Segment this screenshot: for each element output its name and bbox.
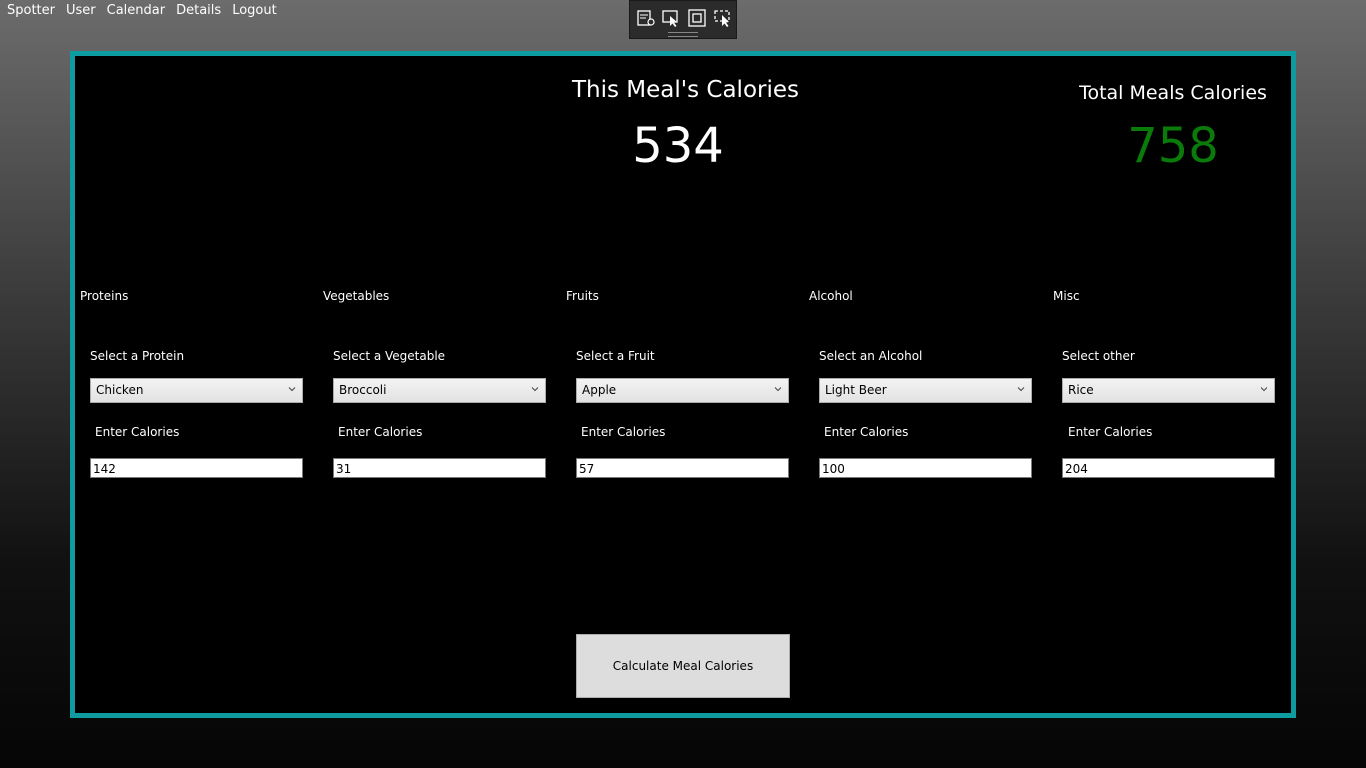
category-label-alcohol: Alcohol — [809, 289, 853, 303]
total-calories-value: 758 — [1127, 118, 1219, 174]
select-alcohol-label: Select an Alcohol — [819, 349, 923, 363]
alcohol-calories-label: Enter Calories — [824, 425, 909, 439]
fruit-calories-label: Enter Calories — [581, 425, 666, 439]
chevron-down-icon — [531, 387, 539, 392]
select-element-icon[interactable] — [661, 8, 681, 28]
protein-combobox[interactable]: Chicken — [90, 378, 303, 403]
category-label-proteins: Proteins — [80, 289, 129, 303]
total-calories-title: Total Meals Calories — [1079, 82, 1267, 104]
protein-selected: Chicken — [96, 383, 144, 397]
category-label-vegetables: Vegetables — [323, 289, 390, 303]
category-label-misc: Misc — [1053, 289, 1080, 303]
vegetable-selected: Broccoli — [339, 383, 387, 397]
calculate-meal-calories-button[interactable]: Calculate Meal Calories — [576, 634, 790, 698]
misc-selected: Rice — [1068, 383, 1094, 397]
select-vegetable-label: Select a Vegetable — [333, 349, 446, 363]
protein-calories-input[interactable] — [90, 458, 303, 478]
menu-bar: Spotter User Calendar Details Logout — [0, 0, 283, 22]
misc-combobox[interactable]: Rice — [1062, 378, 1275, 403]
select-fruit-label: Select a Fruit — [576, 349, 655, 363]
chevron-down-icon — [774, 387, 782, 392]
misc-calories-label: Enter Calories — [1068, 425, 1153, 439]
meal-calories-value: 534 — [632, 118, 724, 174]
protein-calories-label: Enter Calories — [95, 425, 180, 439]
fruit-calories-input[interactable] — [576, 458, 789, 478]
select-other-label: Select other — [1062, 349, 1135, 363]
alcohol-combobox[interactable]: Light Beer — [819, 378, 1032, 403]
menu-details[interactable]: Details — [171, 0, 227, 22]
chevron-down-icon — [1260, 387, 1268, 392]
vegetable-calories-input[interactable] — [333, 458, 546, 478]
menu-spotter[interactable]: Spotter — [0, 0, 61, 22]
misc-calories-input[interactable] — [1062, 458, 1275, 478]
menu-logout[interactable]: Logout — [227, 0, 283, 22]
category-label-fruits: Fruits — [566, 289, 599, 303]
main-panel: This Meal's Calories 534 Total Meals Cal… — [70, 51, 1296, 718]
fruit-selected: Apple — [582, 383, 617, 397]
meal-calories-title: This Meal's Calories — [572, 77, 800, 103]
select-protein-label: Select a Protein — [90, 349, 185, 363]
vegetable-calories-label: Enter Calories — [338, 425, 423, 439]
fruit-combobox[interactable]: Apple — [576, 378, 789, 403]
live-visual-tree-icon[interactable] — [636, 8, 656, 28]
display-layout-adorners-icon[interactable] — [687, 8, 707, 28]
chevron-down-icon — [1017, 387, 1025, 392]
alcohol-calories-input[interactable] — [819, 458, 1032, 478]
menu-calendar[interactable]: Calendar — [102, 0, 171, 22]
track-focused-element-icon[interactable] — [713, 8, 733, 28]
vegetable-combobox[interactable]: Broccoli — [333, 378, 546, 403]
chevron-down-icon — [288, 387, 296, 392]
alcohol-selected: Light Beer — [825, 383, 887, 397]
toolbar-grip[interactable] — [668, 32, 698, 37]
menu-user[interactable]: User — [61, 0, 102, 22]
debug-toolbar — [629, 0, 737, 39]
